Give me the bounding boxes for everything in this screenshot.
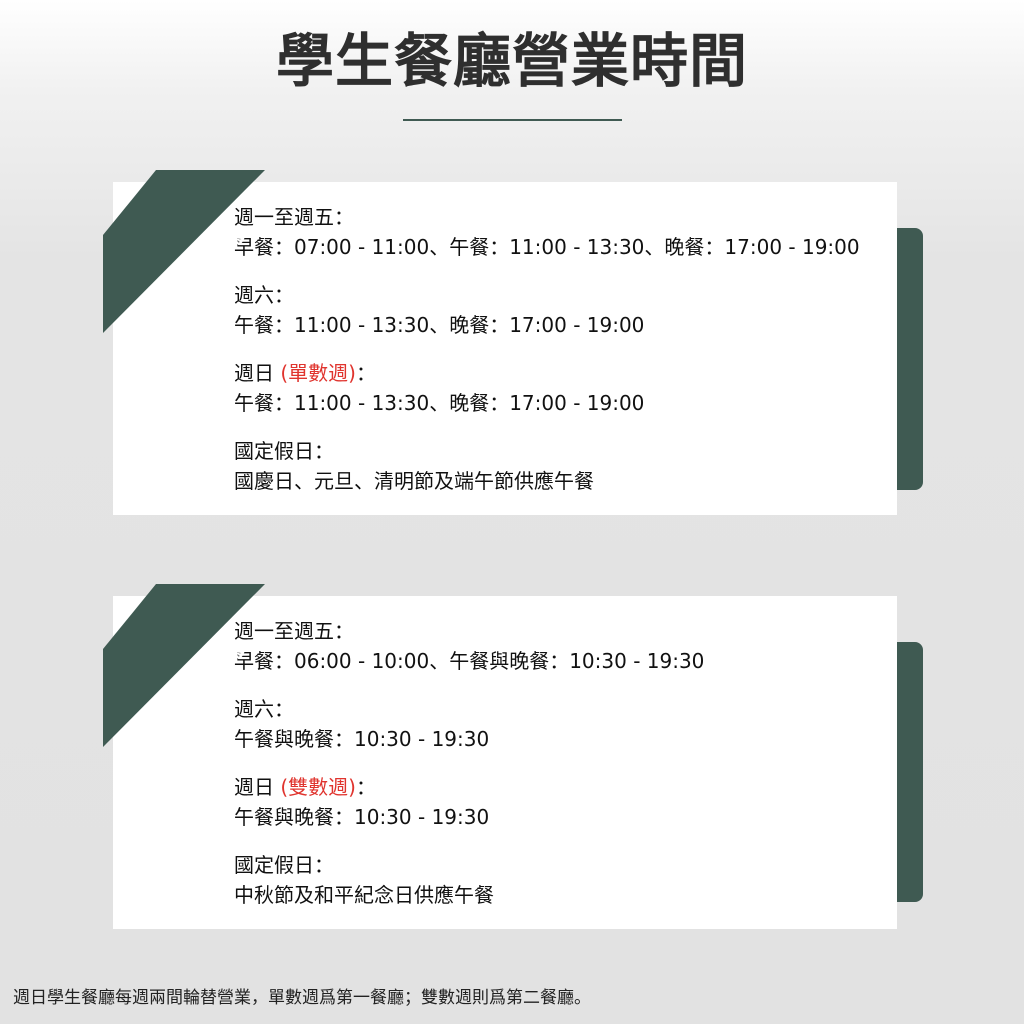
sunday-heading: 週日 (單數週)： (234, 358, 894, 388)
sunday-colon: ： (355, 775, 376, 799)
holiday-schedule: 國定假日： 中秋節及和平紀念日供應午餐 (234, 850, 894, 910)
sunday-hours: 午餐與晚餐：10:30 - 19:30 (234, 805, 490, 829)
weekday-hours: 早餐：07:00 - 11:00、午餐：11:00 - 13:30、晚餐：17:… (234, 235, 860, 259)
weekday-hours: 早餐：06:00 - 10:00、午餐與晚餐：10:30 - 19:30 (234, 649, 705, 673)
page-title: 學生餐廳營業時間 (275, 27, 748, 95)
sunday-label: 週日 (234, 361, 281, 385)
saturday-hours: 午餐與晚餐：10:30 - 19:30 (234, 727, 490, 751)
week-parity-note: (雙數週) (280, 775, 356, 799)
weekday-heading: 週一至週五： (234, 205, 354, 229)
holiday-schedule: 國定假日： 國慶日、元旦、清明節及端午節供應午餐 (234, 436, 894, 496)
title-divider (403, 119, 622, 121)
weekday-heading: 週一至週五： (234, 619, 354, 643)
restaurant-card-2: 週一至週五： 早餐：06:00 - 10:00、午餐與晚餐：10:30 - 19… (103, 584, 923, 929)
holiday-text: 國慶日、元旦、清明節及端午節供應午餐 (234, 469, 594, 493)
saturday-hours: 午餐：11:00 - 13:30、晚餐：17:00 - 19:00 (234, 313, 645, 337)
holiday-heading: 國定假日： (234, 439, 334, 463)
saturday-schedule: 週六： 午餐：11:00 - 13:30、晚餐：17:00 - 19:00 (234, 280, 894, 340)
sunday-schedule: 週日 (單數週)： 午餐：11:00 - 13:30、晚餐：17:00 - 19… (234, 358, 894, 418)
card-panel: 週一至週五： 早餐：07:00 - 11:00、午餐：11:00 - 13:30… (113, 182, 897, 515)
weekday-schedule: 週一至週五： 早餐：06:00 - 10:00、午餐與晚餐：10:30 - 19… (234, 616, 894, 676)
saturday-schedule: 週六： 午餐與晚餐：10:30 - 19:30 (234, 694, 894, 754)
sunday-colon: ： (355, 361, 376, 385)
schedule-list: 週一至週五： 早餐：06:00 - 10:00、午餐與晚餐：10:30 - 19… (234, 616, 894, 910)
week-parity-note: (單數週) (280, 361, 356, 385)
saturday-heading: 週六： (234, 283, 294, 307)
sunday-label: 週日 (234, 775, 281, 799)
saturday-heading: 週六： (234, 697, 294, 721)
weekday-schedule: 週一至週五： 早餐：07:00 - 11:00、午餐：11:00 - 13:30… (234, 202, 894, 262)
schedule-list: 週一至週五： 早餐：07:00 - 11:00、午餐：11:00 - 13:30… (234, 202, 894, 496)
sunday-hours: 午餐：11:00 - 13:30、晚餐：17:00 - 19:00 (234, 391, 645, 415)
sunday-heading: 週日 (雙數週)： (234, 772, 894, 802)
sunday-schedule: 週日 (雙數週)： 午餐與晚餐：10:30 - 19:30 (234, 772, 894, 832)
holiday-text: 中秋節及和平紀念日供應午餐 (234, 883, 494, 907)
footnote: 週日學生餐廳每週兩間輪替營業，單數週爲第一餐廳；雙數週則爲第二餐廳。 (13, 988, 591, 1008)
restaurant-card-1: 週一至週五： 早餐：07:00 - 11:00、午餐：11:00 - 13:30… (103, 170, 923, 515)
card-panel: 週一至週五： 早餐：06:00 - 10:00、午餐與晚餐：10:30 - 19… (113, 596, 897, 929)
holiday-heading: 國定假日： (234, 853, 334, 877)
